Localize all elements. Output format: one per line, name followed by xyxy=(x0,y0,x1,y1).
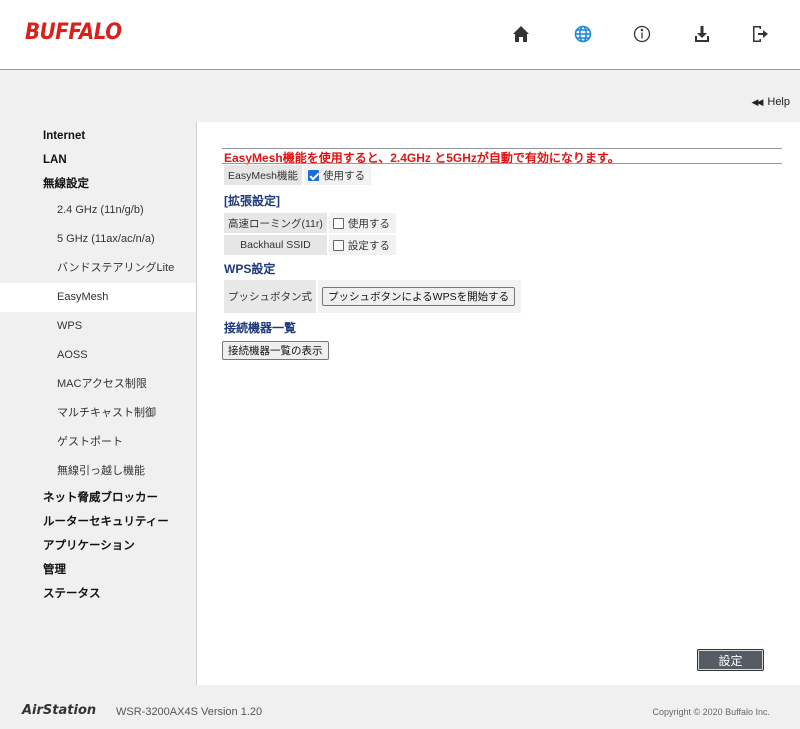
info-icon[interactable] xyxy=(630,22,654,46)
easymesh-checkbox[interactable] xyxy=(308,169,320,181)
easymesh-label: EasyMesh機能 xyxy=(224,165,303,185)
wps-button-cell: プッシュボタンによるWPSを開始する xyxy=(318,280,522,313)
backhaul-ssid-option-label: 設定する xyxy=(347,239,390,252)
sidebar-item-label: 5 GHz (11ax/ac/n/a) xyxy=(57,233,155,245)
help-label: Help xyxy=(767,96,790,108)
sidebar-item-label: ルーターセキュリティー xyxy=(43,516,169,528)
model-version: WSR-3200AX4S Version 1.20 xyxy=(116,706,263,718)
fast-roaming-option-label: 使用する xyxy=(347,217,390,230)
sidebar-item-threat-blocker[interactable]: ネット脅威ブロッカー xyxy=(0,486,196,510)
backhaul-ssid-checkbox[interactable] xyxy=(332,239,344,251)
footer: AirStation WSR-3200AX4S Version 1.20 Cop… xyxy=(0,700,800,729)
sidebar-item-band-steering[interactable]: バンドステアリングLite xyxy=(0,254,196,283)
push-button-label: プッシュボタン式 xyxy=(224,280,316,313)
sidebar-item-label: 管理 xyxy=(43,564,66,576)
sidebar-item-label: MACアクセス制限 xyxy=(57,378,147,390)
easymesh-option[interactable]: 使用する xyxy=(304,165,372,185)
show-connected-devices-button[interactable]: 接続機器一覧の表示 xyxy=(222,341,329,360)
copyright: Copyright © 2020 Buffalo Inc. xyxy=(652,707,770,717)
help-link[interactable]: ◀◀ Help xyxy=(752,96,790,108)
home-icon[interactable] xyxy=(509,22,533,46)
airstation-logo: AirStation xyxy=(22,703,97,718)
backhaul-ssid-option[interactable]: 設定する xyxy=(328,235,396,255)
sidebar-item-label: バンドステアリングLite xyxy=(57,262,175,274)
backhaul-ssid-label: Backhaul SSID xyxy=(224,235,327,255)
sidebar-item-applications[interactable]: アプリケーション xyxy=(0,534,196,558)
sidebar-item-admin[interactable]: 管理 xyxy=(0,558,196,582)
sidebar-item-label: AOSS xyxy=(57,349,88,361)
sidebar-item-label: LAN xyxy=(43,154,67,166)
sidebar-item-wireless[interactable]: 無線設定 xyxy=(0,172,196,196)
main-panel: EasyMesh機能を使用すると、2.4GHz と5GHzが自動で有効になります… xyxy=(196,122,800,685)
advanced-settings-heading: [拡張設定] xyxy=(224,194,280,208)
sidebar-item-router-security[interactable]: ルーターセキュリティー xyxy=(0,510,196,534)
sidebar-item-label: 2.4 GHz (11n/g/b) xyxy=(57,204,144,216)
sidebar-item-5ghz[interactable]: 5 GHz (11ax/ac/n/a) xyxy=(0,225,196,254)
sidebar-item-label: マルチキャスト制御 xyxy=(57,407,156,419)
easymesh-table: EasyMesh機能 使用する xyxy=(222,163,373,187)
sidebar-item-label: ネット脅威ブロッカー xyxy=(43,492,158,504)
brand-logo: BUFFALO xyxy=(25,20,122,45)
sidebar-nav: Internet LAN 無線設定 2.4 GHz (11n/g/b) 5 GH… xyxy=(0,122,196,606)
sidebar-item-lan[interactable]: LAN xyxy=(0,148,196,172)
connected-devices-heading: 接続機器一覧 xyxy=(224,321,297,335)
sidebar-item-label: ステータス xyxy=(43,588,101,600)
sidebar-item-wps[interactable]: WPS xyxy=(0,312,196,341)
logout-icon[interactable] xyxy=(748,22,772,46)
apply-button[interactable]: 設定 xyxy=(697,649,764,671)
sidebar-item-multicast[interactable]: マルチキャスト制御 xyxy=(0,399,196,428)
sidebar-item-internet[interactable]: Internet xyxy=(0,124,196,148)
easymesh-option-label: 使用する xyxy=(323,169,366,182)
sidebar-item-label: 無線引っ越し機能 xyxy=(57,465,145,477)
sidebar-item-wireless-migration[interactable]: 無線引っ越し機能 xyxy=(0,457,196,486)
wps-table: プッシュボタン式 プッシュボタンによるWPSを開始する xyxy=(222,278,523,315)
sidebar-item-mac-access[interactable]: MACアクセス制限 xyxy=(0,370,196,399)
fast-roaming-checkbox[interactable] xyxy=(332,217,344,229)
top-header: BUFFALO xyxy=(0,0,800,70)
sidebar-item-aoss[interactable]: AOSS xyxy=(0,341,196,370)
sidebar-item-label: ゲストポート xyxy=(57,436,123,448)
download-icon[interactable] xyxy=(690,22,714,46)
sidebar-item-label: アプリケーション xyxy=(43,540,135,552)
fast-roaming-option[interactable]: 使用する xyxy=(328,213,396,233)
fast-roaming-label: 高速ローミング(11r) xyxy=(224,213,327,233)
double-left-triangle-icon: ◀◀ xyxy=(751,96,764,107)
sidebar-item-easymesh[interactable]: EasyMesh xyxy=(0,283,196,312)
sidebar-item-guest-port[interactable]: ゲストポート xyxy=(0,428,196,457)
wps-settings-heading: WPS設定 xyxy=(224,262,276,276)
start-wps-button[interactable]: プッシュボタンによるWPSを開始する xyxy=(322,287,516,306)
sidebar-item-status[interactable]: ステータス xyxy=(0,582,196,606)
advanced-settings-table: 高速ローミング(11r) 使用する Backhaul SSID 設定する xyxy=(222,211,398,257)
sidebar-item-label: Internet xyxy=(43,130,86,142)
sidebar-item-label: EasyMesh xyxy=(57,291,109,303)
sidebar-item-2-4ghz[interactable]: 2.4 GHz (11n/g/b) xyxy=(0,196,196,225)
sidebar-item-label: 無線設定 xyxy=(43,178,89,190)
globe-icon[interactable] xyxy=(571,22,595,46)
sidebar-item-label: WPS xyxy=(57,320,83,332)
